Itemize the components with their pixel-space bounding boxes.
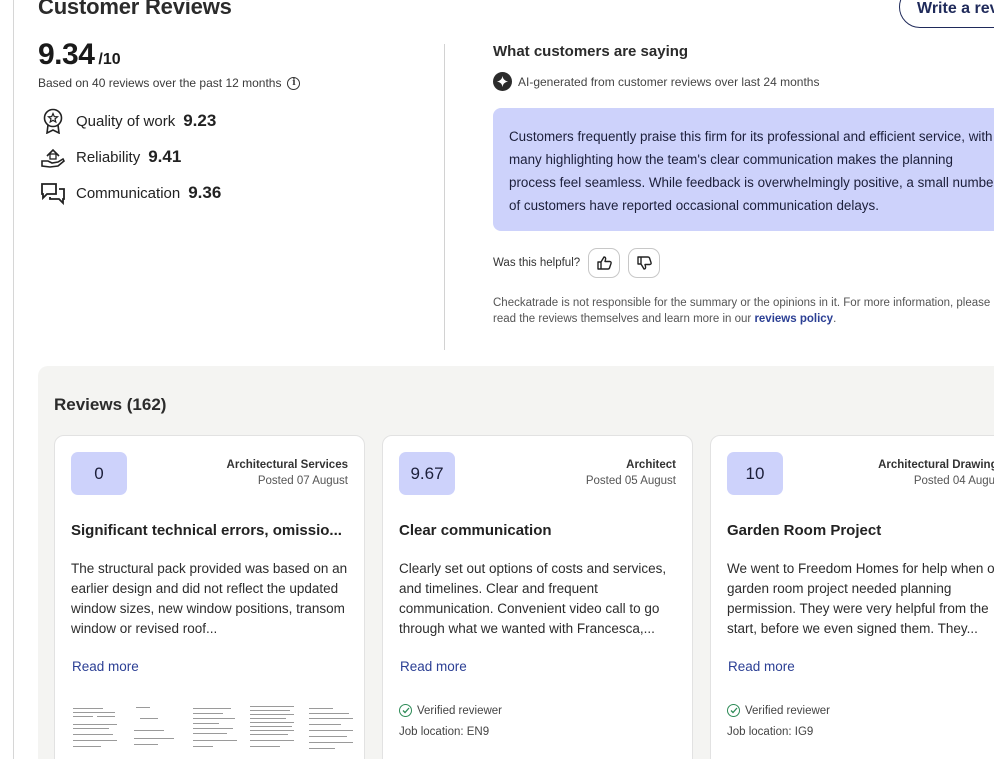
based-on-text: Based on 40 reviews over the past 12 mon…: [38, 76, 301, 90]
page-left-border: [13, 0, 14, 759]
reviews-policy-link[interactable]: reviews policy: [754, 313, 833, 325]
page-title: Customer Reviews: [38, 0, 232, 19]
review-category: Architectural Services: [226, 459, 348, 471]
check-circle-icon: [399, 704, 412, 717]
metric-value: 9.41: [148, 147, 182, 166]
write-review-button[interactable]: Write a review: [899, 0, 994, 28]
review-posted-date: Posted 07 August: [257, 475, 348, 487]
photo-thumbnail[interactable]: [248, 704, 297, 752]
helpful-label: Was this helpful?: [493, 257, 581, 269]
review-posted-date: Posted 05 August: [585, 475, 676, 487]
metric-label: Quality of work: [76, 112, 176, 130]
review-card[interactable]: 0 Architectural Services Posted 07 Augus…: [54, 435, 365, 759]
disclaimer-text: Checkatrade is not responsible for the s…: [493, 297, 991, 325]
photo-thumbnail[interactable]: [130, 704, 179, 752]
summary-disclaimer: Checkatrade is not responsible for the s…: [493, 295, 994, 327]
review-title: Significant technical errors, omissio...: [71, 522, 342, 539]
review-card[interactable]: 10 Architectural Drawings Posted 04 Augu…: [710, 435, 994, 759]
metric-value: 9.23: [183, 111, 217, 130]
thumbs-up-icon: [596, 256, 612, 270]
review-body: We went to Freedom Homes for help when o…: [727, 561, 994, 636]
read-more-link[interactable]: Read more: [728, 659, 795, 674]
review-body: The structural pack provided was based o…: [71, 561, 348, 636]
reviews-heading: Reviews (162): [54, 395, 167, 414]
review-title: Clear communication: [399, 522, 552, 539]
verified-label: Verified reviewer: [417, 704, 503, 717]
handshake-icon: [41, 148, 65, 168]
photo-thumbnail[interactable]: [71, 704, 120, 752]
thumbs-up-button[interactable]: [588, 248, 621, 278]
review-score: 10: [727, 452, 783, 495]
metric-reliability: Reliability 9.41: [40, 143, 181, 171]
review-posted-date: Posted 04 August: [913, 475, 994, 487]
ai-sparkle-icon: [493, 72, 512, 91]
metric-label: Communication: [76, 184, 181, 202]
helpful-feedback: Was this helpful?: [493, 248, 661, 278]
overall-score-value: 9.34: [38, 38, 95, 71]
verified-reviewer: Verified reviewer: [399, 704, 502, 717]
metric-label: Reliability: [76, 148, 141, 166]
thumbs-down-button[interactable]: [628, 248, 661, 278]
read-more-link[interactable]: Read more: [400, 659, 467, 674]
based-on-label: Based on 40 reviews over the past 12 mon…: [38, 76, 282, 90]
job-location: Job location: IG9: [727, 726, 814, 738]
summary-text: Customers frequently praise this firm fo…: [493, 108, 994, 231]
review-photos: [71, 704, 356, 752]
overall-score-max: /10: [98, 51, 121, 68]
overall-score: 9.34/10: [38, 38, 121, 72]
verified-reviewer: Verified reviewer: [727, 704, 830, 717]
metric-value: 9.36: [188, 183, 222, 202]
job-location: Job location: EN9: [399, 726, 490, 738]
disclaimer-end: .: [833, 313, 837, 325]
thumbs-down-icon: [636, 256, 652, 270]
photo-thumbnail[interactable]: [307, 704, 356, 752]
award-badge-icon: [43, 108, 63, 134]
review-category: Architectural Drawings: [878, 459, 994, 471]
verified-label: Verified reviewer: [745, 704, 831, 717]
review-body: Clearly set out options of costs and ser…: [399, 561, 667, 636]
read-more-link[interactable]: Read more: [72, 659, 139, 674]
review-title: Garden Room Project: [727, 522, 882, 539]
summary-title: What customers are saying: [493, 43, 689, 60]
chat-bubbles-icon: [41, 183, 65, 206]
photo-thumbnail[interactable]: [189, 704, 238, 752]
review-category: Architect: [626, 459, 676, 471]
ai-note-text: AI-generated from customer reviews over …: [518, 74, 820, 89]
section-divider: [444, 44, 445, 350]
info-icon[interactable]: i: [287, 76, 301, 90]
review-card[interactable]: 9.67 Architect Posted 05 August Clear co…: [382, 435, 693, 759]
ai-generated-note: AI-generated from customer reviews over …: [493, 72, 819, 91]
metric-communication: Communication 9.36: [40, 179, 221, 207]
check-circle-icon: [727, 704, 740, 717]
review-score: 0: [71, 452, 127, 495]
review-score: 9.67: [399, 452, 455, 495]
metric-quality-of-work: Quality of work 9.23: [40, 107, 216, 135]
